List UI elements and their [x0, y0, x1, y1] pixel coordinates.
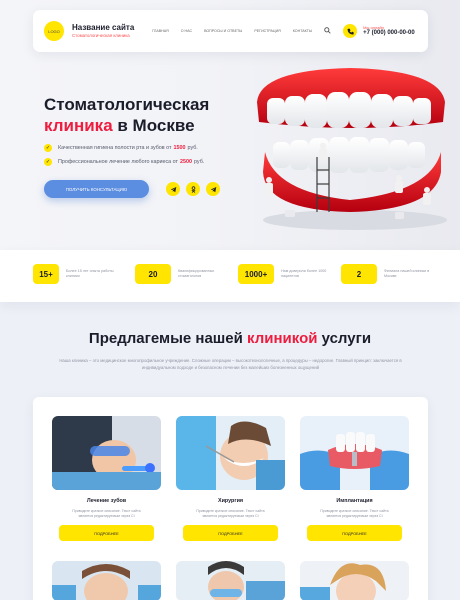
check-icon: ✓ — [44, 158, 52, 166]
stat-value: 20 — [135, 264, 171, 284]
service-text: Приводите краткое описание. Текст сайта … — [196, 509, 265, 519]
nav-item-about[interactable]: О нас — [181, 29, 192, 33]
site-tagline: Стоматологическая клиника — [72, 33, 130, 39]
header-bar: LOGO Название сайта Стоматологическая кл… — [33, 10, 428, 52]
bullet-unit: руб. — [187, 145, 198, 151]
stat-value: 15+ — [33, 264, 59, 284]
service-image-row2 — [176, 561, 285, 600]
nav-item-faq[interactable]: Вопросы и ответы — [204, 29, 242, 33]
services-panel: Лечение зубов Приводите краткое описание… — [33, 397, 428, 600]
service-title: Хирургия — [217, 498, 244, 504]
phone-icon[interactable] — [343, 24, 358, 38]
bullet-unit: руб. — [194, 159, 205, 165]
stat-label: Филиала нашей клиники в Москве — [384, 268, 430, 278]
bullet-text: Качественная гигиена полости рта и зубов… — [58, 145, 172, 151]
hero-bullet: ✓ Качественная гигиена полости рта и зуб… — [44, 144, 198, 152]
odnoklassniki-icon[interactable] — [186, 182, 200, 196]
stat-item: 1000+ Нам доверили более 1000 пациентов — [238, 264, 329, 284]
stat-item: 20 Квалифицированных стоматологов — [135, 264, 226, 284]
service-image-row2 — [300, 561, 409, 600]
site-name: Название сайта — [72, 23, 135, 33]
stat-value: 1000+ — [238, 264, 274, 284]
bullet-price: 1500 — [173, 145, 186, 151]
phone-block[interactable]: Мы онлайн +7 (000) 000-00-00 — [363, 25, 415, 38]
services-title-red: клиникой — [247, 330, 318, 347]
service-title: Имплантация — [336, 498, 373, 504]
details-button[interactable]: Подробнее — [183, 525, 278, 542]
services-title-post: услуги — [317, 330, 372, 347]
service-card[interactable]: Хирургия Приводите краткое описание. Тек… — [176, 416, 285, 542]
hero-title-line1: Стоматологическая — [44, 95, 210, 114]
logo[interactable]: LOGO — [44, 21, 64, 41]
hero-section: LOGO Название сайта Стоматологическая кл… — [0, 0, 460, 250]
service-image-row2 — [52, 561, 161, 600]
hero-title: Стоматологическая клиника в Москве — [44, 94, 244, 137]
service-text: Приводите краткое описание. Текст сайта … — [72, 509, 141, 519]
telegram-icon[interactable] — [206, 182, 220, 196]
main-nav: Главная О нас Вопросы и ответы Регистрац… — [152, 29, 312, 33]
stat-label: Нам доверили более 1000 пациентов — [281, 268, 327, 278]
service-card[interactable]: Лечение зубов Приводите краткое описание… — [52, 416, 161, 542]
details-button[interactable]: Подробнее — [307, 525, 402, 542]
bullet-text: Профессиональное лечение любого кариеса … — [58, 159, 178, 165]
phone-number[interactable]: +7 (000) 000-00-00 — [363, 30, 415, 38]
nav-item-home[interactable]: Главная — [152, 29, 168, 33]
logo-text: LOGO — [48, 28, 60, 34]
service-card[interactable]: Имплантация Приводите краткое описание. … — [300, 416, 409, 542]
stat-label: Более 15 лет опыта работы клиники — [66, 268, 114, 278]
brand[interactable]: Название сайта Стоматологическая клиника — [72, 23, 134, 39]
services-title-pre: Предлагемые нашей — [88, 330, 248, 347]
services-title: Предлагемые нашей клиникой услуги — [0, 330, 460, 347]
hero-title-red: клиника — [44, 116, 113, 136]
stat-label: Квалифицированных стоматологов — [178, 268, 215, 278]
bullet-price: 2500 — [180, 159, 192, 165]
service-image-treatment — [52, 416, 161, 490]
details-button[interactable]: Подробнее — [59, 525, 154, 542]
services-description: Наша клиника – это медицинское многопроф… — [59, 358, 402, 370]
hero-bullet: ✓ Профессиональное лечение любого кариес… — [44, 158, 204, 166]
stat-value: 2 — [341, 264, 377, 284]
consultation-button[interactable]: Получить консультацию — [44, 180, 149, 198]
nav-item-register[interactable]: Регистрация — [254, 29, 280, 33]
service-image-implant — [300, 416, 409, 490]
nav-item-contacts[interactable]: Контакты — [293, 29, 312, 33]
stats-bar: 15+ Более 15 лет опыта работы клиники 20… — [0, 250, 460, 302]
stat-item: 2 Филиала нашей клиники в Москве — [341, 264, 432, 284]
service-image-surgery — [176, 416, 285, 490]
service-title: Лечение зубов — [86, 498, 127, 504]
search-icon[interactable] — [324, 26, 331, 36]
hero-title-rest: в Москве — [112, 116, 195, 136]
stat-item: 15+ Более 15 лет опыта работы клиники — [33, 264, 114, 284]
telegram-icon[interactable] — [166, 182, 180, 196]
service-text: Приводите краткое описание. Текст сайта … — [320, 509, 389, 519]
teeth-model-image — [257, 68, 447, 230]
check-icon: ✓ — [44, 144, 52, 152]
